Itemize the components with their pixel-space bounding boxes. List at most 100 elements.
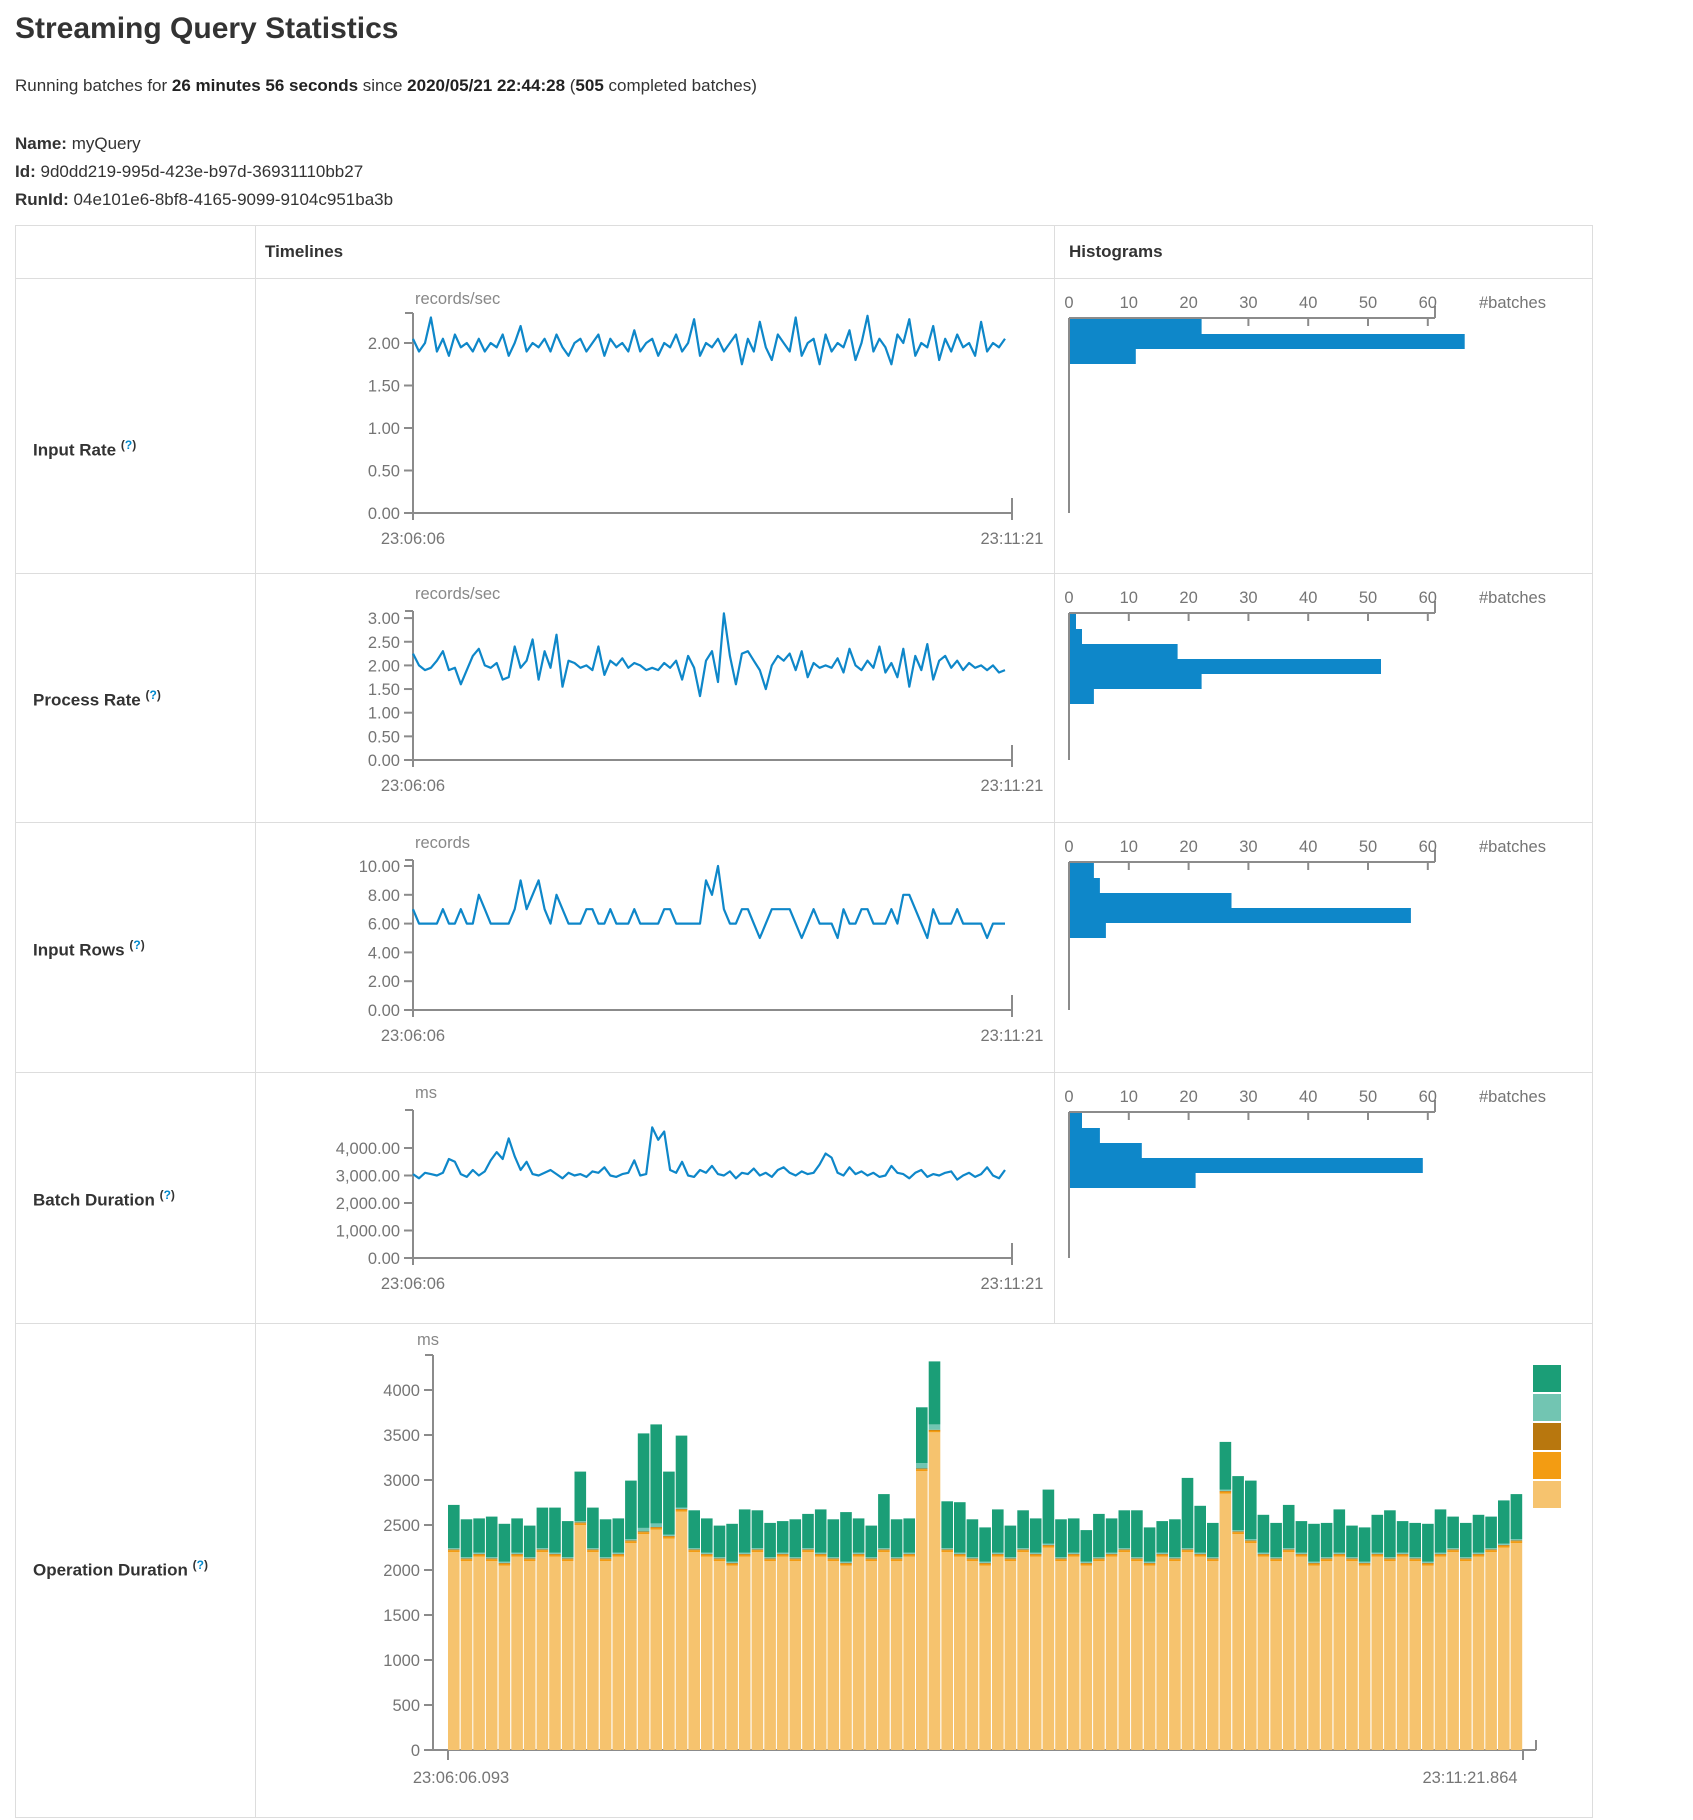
od-bar-segment-tan (600, 1561, 612, 1750)
od-bar-segment-dark-gold (1156, 1554, 1168, 1555)
od-bar-segment-teal (1017, 1510, 1029, 1548)
od-bar-segment-tan (866, 1561, 878, 1750)
od-bar-segment-light-teal (1169, 1557, 1181, 1558)
od-bar-segment-orange (891, 1559, 903, 1561)
od-bar-segment-light-teal (1030, 1553, 1042, 1554)
od-bar-segment-orange (866, 1559, 878, 1561)
od-bar-segment-light-teal (1460, 1557, 1472, 1558)
od-bar-segment-tan (790, 1561, 802, 1750)
od-bar-segment-teal (790, 1519, 802, 1557)
hist-x-tick-label: 60 (1419, 589, 1437, 607)
row-label-process-rate: Process Rate (?) (33, 688, 161, 711)
od-bar-segment-teal (625, 1481, 637, 1540)
od-bar-segment-orange (524, 1559, 536, 1561)
name-label: Name: (15, 134, 67, 153)
input_rate-timeline-svg: records/sec2.001.501.000.500.0023:06:062… (256, 278, 1054, 573)
od-bar-segment-dark-gold (461, 1559, 473, 1560)
help-icon[interactable]: (?) (160, 1188, 175, 1202)
od-bar-segment-light-teal (1359, 1562, 1371, 1563)
od-bar-segment-orange (1473, 1555, 1485, 1557)
help-icon[interactable]: (?) (121, 438, 136, 452)
batch_duration-histogram-svg: 0102030405060#batches (1055, 1072, 1592, 1323)
od-bar-segment-light-teal (1220, 1490, 1232, 1491)
od-bar-segment-light-teal (701, 1553, 713, 1554)
od-bar-segment-teal (701, 1518, 713, 1552)
hist-bar (1070, 644, 1178, 659)
od-bar-segment-teal (1106, 1518, 1118, 1552)
od-bar-segment-light-teal (764, 1557, 776, 1558)
od-bar-segment-tan (1258, 1557, 1270, 1751)
hist-bar (1070, 659, 1381, 674)
od-bar-segment-light-teal (663, 1535, 675, 1536)
unit-label: ms (417, 1331, 439, 1349)
od-bar-segment-teal (461, 1519, 473, 1557)
od-bar-segment-light-teal (1447, 1548, 1459, 1549)
od-bar-segment-dark-gold (562, 1559, 574, 1560)
od-bar-segment-orange (954, 1555, 966, 1557)
od-bar-segment-teal (739, 1509, 751, 1552)
od-bar-segment-tan (1169, 1561, 1181, 1750)
od-bar-segment-orange (752, 1550, 764, 1552)
od-bar-segment-light-teal (878, 1548, 890, 1549)
od-bar-segment-orange (1030, 1555, 1042, 1557)
od-bar-segment-dark-gold (726, 1563, 738, 1564)
od-bar-segment-tan (1106, 1557, 1118, 1751)
od-bar-segment-tan (638, 1534, 650, 1750)
hist-x-tick-label: 50 (1359, 838, 1377, 856)
od-bar-segment-teal (638, 1433, 650, 1528)
od-bar-segment-dark-gold (777, 1554, 789, 1555)
od-bar-segment-light-teal (1093, 1557, 1105, 1558)
od-bar-segment-light-teal (613, 1553, 625, 1554)
od-bar-segment-tan (1245, 1543, 1257, 1750)
od-bar-segment-tan (1144, 1566, 1156, 1751)
y-tick-label: 2.00 (368, 657, 400, 675)
od-bar-segment-tan (1043, 1548, 1055, 1751)
help-icon[interactable]: (?) (193, 1558, 208, 1572)
hist-bar (1070, 689, 1094, 704)
od-bar-segment-light-teal (1270, 1557, 1282, 1558)
od-bar-segment-light-teal (511, 1553, 523, 1554)
od-bar-segment-dark-gold (1119, 1550, 1131, 1551)
od-bar-segment-teal (752, 1510, 764, 1548)
od-x-start-label: 23:06:06.093 (413, 1769, 509, 1787)
od-bar-segment-tan (1232, 1534, 1244, 1750)
help-icon[interactable]: (?) (145, 688, 160, 702)
od-bar-segment-orange (1372, 1555, 1384, 1557)
od-bar-segment-dark-gold (1372, 1554, 1384, 1555)
od-bar-segment-tan (979, 1566, 991, 1751)
od-bar-segment-orange (1207, 1559, 1219, 1561)
x-start-label: 23:06:06 (381, 530, 445, 548)
y-tick-label: 10.00 (359, 858, 400, 876)
od-bar-segment-light-teal (1296, 1553, 1308, 1554)
od-bar-segment-orange (549, 1555, 561, 1557)
od-bar-segment-orange (1169, 1559, 1181, 1561)
hist-x-tick-label: 0 (1064, 1088, 1073, 1106)
od-bar-segment-teal (1485, 1517, 1497, 1549)
od-bar-segment-orange (815, 1555, 827, 1557)
operation-duration-svg: ms4000350030002500200015001000500023:06:… (256, 1323, 1592, 1817)
help-icon[interactable]: (?) (129, 938, 144, 952)
od-bar-segment-dark-gold (764, 1559, 776, 1560)
y-tick-label: 1.50 (368, 681, 400, 699)
od-bar-segment-light-teal (600, 1557, 612, 1558)
hist-x-tick-label: 50 (1359, 1088, 1377, 1106)
running-duration: 26 minutes 56 seconds (172, 76, 358, 95)
od-bar-segment-orange (473, 1555, 485, 1557)
hist-x-tick-label: 60 (1419, 294, 1437, 312)
od-bar-segment-tan (650, 1530, 662, 1751)
od-bar-segment-tan (967, 1561, 979, 1750)
od-bar-segment-dark-gold (1106, 1554, 1118, 1555)
od-bar-segment-tan (903, 1557, 915, 1751)
legend-swatch-tan (1533, 1481, 1561, 1508)
od-bar-segment-tan (575, 1525, 587, 1750)
od-bar-segment-orange (979, 1564, 991, 1566)
query-name-line: Name: myQuery (15, 134, 141, 154)
od-bar-segment-orange (575, 1523, 587, 1525)
od-bar-segment-orange (1308, 1564, 1320, 1566)
od-bar-segment-teal (1055, 1519, 1067, 1557)
od-bar-segment-tan (853, 1557, 865, 1751)
od-bar-segment-teal (1473, 1515, 1485, 1553)
od-bar-segment-tan (1296, 1557, 1308, 1751)
row-label-text: Process Rate (33, 691, 141, 710)
od-bar-segment-light-teal (1334, 1553, 1346, 1554)
